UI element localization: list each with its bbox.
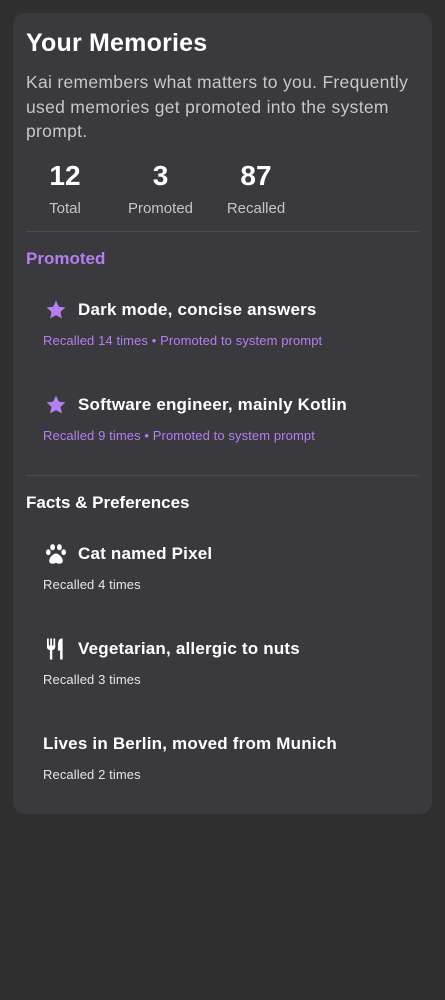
stat-recalled: 87 Recalled [217, 160, 295, 217]
memory-meta: Recalled 3 times [43, 672, 141, 687]
stat-promoted-value: 3 [152, 160, 169, 191]
star-icon [43, 392, 69, 418]
memory-text: Vegetarian, allergic to nuts [78, 639, 300, 658]
stat-promoted: 3 Promoted [118, 160, 203, 217]
memories-card: Your Memories Kai remembers what matters… [13, 13, 432, 814]
stat-recalled-value: 87 [240, 160, 272, 191]
page-title: Your Memories [26, 29, 208, 57]
stat-total: 12 Total [35, 160, 95, 217]
facts-heading: Facts & Preferences [26, 493, 190, 512]
memory-meta: Recalled 2 times [43, 767, 141, 782]
star-icon [43, 297, 69, 323]
memory-item[interactable]: Cat named Pixel Recalled 4 times [43, 541, 413, 592]
divider [26, 231, 419, 232]
memory-item[interactable]: Lives in Berlin, moved from Munich Recal… [43, 731, 413, 782]
stat-total-value: 12 [49, 160, 81, 191]
stat-promoted-label: Promoted [127, 200, 194, 217]
memory-meta: Recalled 9 times • Promoted to system pr… [43, 428, 315, 443]
promoted-heading: Promoted [26, 249, 106, 268]
memory-meta: Recalled 14 times • Promoted to system p… [43, 333, 323, 348]
memory-text: Dark mode, concise answers [78, 300, 317, 319]
memory-meta: Recalled 4 times [43, 577, 141, 592]
paw-icon [43, 541, 69, 567]
memory-item-promoted[interactable]: Software engineer, mainly Kotlin Recalle… [43, 392, 413, 443]
stat-total-label: Total [49, 200, 81, 217]
utensils-icon [43, 636, 69, 662]
memory-text: Lives in Berlin, moved from Munich [43, 734, 337, 753]
stat-recalled-label: Recalled [226, 200, 286, 217]
memory-item[interactable]: Vegetarian, allergic to nuts Recalled 3 … [43, 636, 413, 687]
memory-text: Cat named Pixel [78, 544, 213, 563]
divider [26, 475, 419, 476]
page-description: Kai remembers what matters to you. Frequ… [26, 72, 409, 141]
memory-text: Software engineer, mainly Kotlin [78, 395, 348, 414]
memory-item-promoted[interactable]: Dark mode, concise answers Recalled 14 t… [43, 297, 413, 348]
